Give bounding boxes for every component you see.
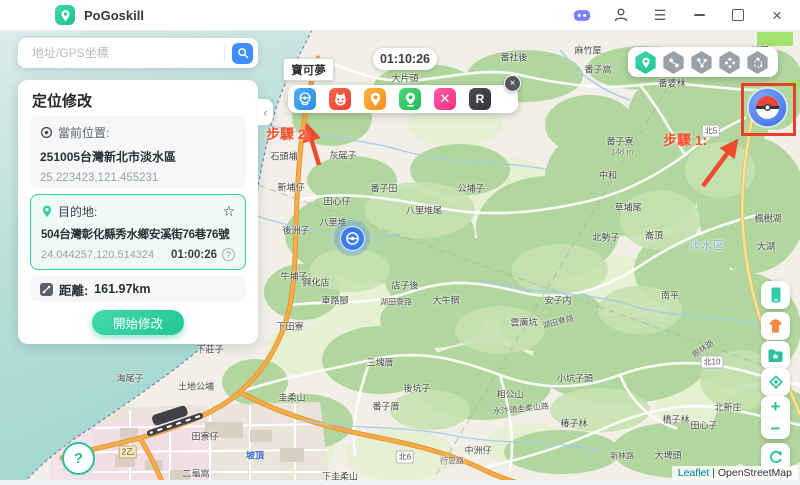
folder-star-icon [767, 348, 784, 363]
distance-value: 161.97km [94, 282, 150, 296]
destination-box[interactable]: 目的地: ☆ 504台灣彰化縣秀水鄉安溪街76巷76號 24.044257,12… [30, 194, 246, 270]
zoom-out-button[interactable]: − [761, 418, 790, 439]
cooldown-shirt-button[interactable] [761, 312, 790, 340]
osm-link[interactable]: OpenStreetMap [718, 467, 792, 479]
locate-button[interactable] [761, 368, 790, 396]
app-window: 麻竹屋番社後埔尾番子嵩大片頭番婆林北5石頭埔灰磘子新埔仔番子田公埔子八里堆尾田心… [0, 0, 800, 485]
distance-box: 距離: 161.97km [30, 276, 246, 302]
menu-icon[interactable]: ☰ [651, 6, 669, 24]
mode-bar [628, 47, 778, 77]
pokeball-icon [747, 87, 788, 128]
reset-icon [768, 449, 784, 465]
app-title: PoGoskill [84, 8, 144, 23]
search-bar [18, 38, 258, 68]
destination-address: 504台灣彰化縣秀水鄉安溪街76巷76號 [41, 226, 235, 242]
search-divider [224, 46, 225, 61]
cooldown-help-icon[interactable]: ? [222, 248, 235, 261]
joystick-mode-icon[interactable] [718, 51, 741, 74]
game-tooltip: 寶可夢 [283, 58, 334, 81]
teleport-mode-icon[interactable] [634, 51, 657, 74]
map-timer: 01:10:26 [373, 48, 437, 70]
current-location-box: 當前位置: 251005台灣新北市淡水區 25.223423,121.45523… [30, 116, 246, 188]
cooldown-timer: 01:00:26 [171, 249, 217, 261]
title-bar: PoGoskill ☰ × [0, 0, 800, 31]
favorite-star-icon[interactable]: ☆ [222, 203, 235, 220]
pokemon-go-icon[interactable] [294, 88, 316, 110]
pokeball-outline-icon [340, 226, 365, 251]
route-loop-mode-icon[interactable] [746, 51, 769, 74]
device-button[interactable] [761, 281, 790, 309]
window-bottom-edge [0, 480, 800, 485]
leaflet-link[interactable]: Leaflet [678, 467, 710, 479]
distance-label: 距離: [59, 280, 88, 299]
current-coords: 25.223423,121.455231 [40, 172, 236, 184]
zoom-in-button[interactable]: + [761, 396, 790, 418]
minimize-button[interactable] [690, 6, 708, 24]
pin-icon [41, 205, 53, 218]
account-icon[interactable] [612, 6, 630, 24]
shirt-icon [767, 318, 784, 334]
green-spot-icon[interactable] [399, 88, 421, 110]
multi-spot-mode-icon[interactable] [690, 51, 713, 74]
step2-label: 步驟 2: [266, 124, 310, 144]
orange-spot-icon[interactable] [364, 88, 386, 110]
map-attribution: Leaflet | OpenStreetMap [672, 466, 798, 480]
panel-title: 定位修改 [32, 90, 92, 111]
app-logo-icon [55, 5, 75, 25]
destination-label: 目的地: [58, 203, 97, 220]
chevron-left-icon: ‹ [263, 105, 267, 120]
search-icon [237, 47, 249, 59]
device-icon [768, 286, 784, 304]
collection-folder-button[interactable] [761, 341, 790, 369]
current-address: 251005台灣新北市淡水區 [40, 148, 236, 165]
current-location-marker[interactable] [334, 220, 370, 256]
pink-x-icon[interactable]: ✕ [434, 88, 456, 110]
collapse-panel-button[interactable]: ‹ [258, 99, 273, 125]
destination-pokeball-marker[interactable] [747, 87, 788, 128]
step1-label: 步驟 1: [663, 130, 707, 150]
destination-coords: 24.044257,120.514324 [41, 249, 154, 261]
search-input[interactable] [30, 45, 224, 61]
maximize-button[interactable] [729, 6, 747, 24]
close-toolbar-icon[interactable]: × [504, 75, 521, 92]
games-toolbar: ✕ R [288, 85, 518, 113]
two-spot-mode-icon[interactable] [662, 51, 685, 74]
search-button[interactable] [232, 43, 253, 64]
close-button[interactable]: × [768, 6, 786, 24]
distance-icon [40, 283, 53, 296]
target-icon [40, 126, 53, 139]
location-panel: 定位修改 ‹ 當前位置: 251005台灣新北市淡水區 25.223423,12… [18, 80, 258, 344]
start-modification-button[interactable]: 開始修改 [92, 310, 184, 335]
discord-icon[interactable] [573, 6, 591, 24]
monster-hunter-icon[interactable] [329, 88, 351, 110]
help-button[interactable]: ? [62, 442, 95, 475]
locate-icon [768, 374, 784, 390]
r-app-icon[interactable]: R [469, 88, 491, 110]
current-location-label: 當前位置: [58, 124, 109, 141]
